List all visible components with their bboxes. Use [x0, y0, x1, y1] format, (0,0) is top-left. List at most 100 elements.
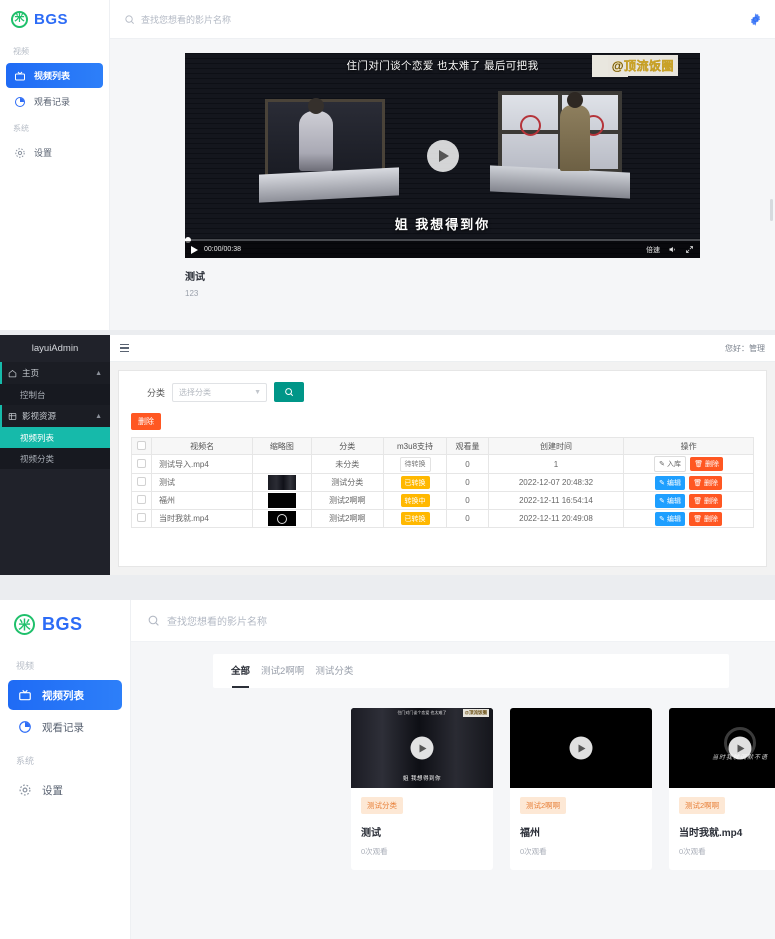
select-all-header — [131, 437, 152, 455]
cell-name: 福州 — [150, 491, 254, 510]
scrollbar-thumb[interactable] — [770, 199, 773, 221]
cell-thumbnail — [252, 473, 312, 492]
fullscreen-icon[interactable] — [685, 245, 694, 254]
admin-subitem-video-category[interactable]: 视频分类 — [0, 448, 110, 469]
cell-views: 0 — [446, 491, 489, 510]
logo-circle-icon: 米 — [14, 614, 35, 635]
play-button[interactable] — [426, 139, 459, 172]
admin-subitem-console[interactable]: 控制台 — [0, 384, 110, 405]
row-checkbox[interactable] — [137, 458, 146, 468]
video-subtitle-bottom: 姐 我想得到你 — [394, 217, 491, 232]
admin-subitem-video-list[interactable]: 视频列表 — [0, 427, 110, 448]
search-input[interactable]: 查找您想看的影片名称 — [124, 13, 231, 26]
cell-views: 0 — [446, 473, 489, 492]
gear-icon — [18, 783, 32, 797]
search-input[interactable]: 查找您想看的影片名称 — [147, 613, 267, 628]
frontend-main: 查找您想看的影片名称 全部 测试2啊啊 测试分类 住门对门谈个恋爱 也太难了 @… — [131, 600, 775, 939]
delete-button[interactable]: 🗑 删除 — [690, 457, 724, 471]
admin-page: layuiAdmin 主页 ▲ 控制台 影视资源 ▲ 视频列表 视频分类 您好：… — [0, 330, 775, 600]
video-description: 123 — [185, 289, 199, 298]
card-watermark: @顶流饭圈 — [462, 709, 489, 717]
play-button[interactable] — [569, 736, 593, 760]
volume-icon[interactable] — [668, 245, 677, 254]
video-card[interactable]: 测试2啊啊 福州 0次观看 — [510, 708, 652, 870]
delete-button[interactable]: 🗑 删除 — [689, 511, 723, 526]
card-body: 测试分类 测试 0次观看 — [351, 788, 493, 870]
row-checkbox[interactable] — [137, 495, 146, 504]
th-name: 视频名 — [150, 437, 254, 455]
brand-logo[interactable]: 米 BGS — [0, 600, 130, 649]
frontend-sidebar: 米 BGS 视频 视频列表 观看记录 系统 设置 — [0, 600, 131, 939]
sidebar-group-title-video: 视频 — [13, 47, 29, 56]
card-body: 测试2啊啊 当时我就.mp4 0次观看 — [669, 788, 775, 870]
admin-nav-media[interactable]: 影视资源 ▲ — [0, 405, 110, 427]
sidebar-group-title-system: 系统 — [13, 124, 29, 133]
th-thumbnail: 缩略图 — [252, 437, 312, 455]
table-row[interactable]: 福州 测试2啊啊 转换中 0 2022-12-11 16:54:14 ✎ 编辑 … — [131, 491, 754, 510]
hamburger-icon[interactable] — [120, 343, 129, 353]
cell-category: 测试2啊啊 — [310, 509, 384, 528]
row-checkbox[interactable] — [137, 513, 146, 522]
edit-button[interactable]: ✎ 编辑 — [655, 475, 685, 490]
th-created: 创建时间 — [487, 437, 625, 455]
card-title: 当时我就.mp4 — [679, 828, 743, 839]
frontend-player-page: 米 BGS 视频 视频列表 观看记录 系统 设置 查找您想看的影片名称 住门对门… — [0, 0, 775, 330]
cell-created: 2022-12-11 20:49:08 — [487, 509, 625, 528]
admin-nav-home[interactable]: 主页 ▲ — [0, 362, 110, 384]
edit-button[interactable]: ✎ 编辑 — [655, 493, 685, 508]
select-all-checkbox[interactable] — [137, 440, 146, 450]
frontend-grid-page: 米 BGS 视频 视频列表 观看记录 系统 设置 查找您想看的影片名称 全部 测… — [0, 600, 775, 939]
search-icon — [148, 615, 159, 626]
brand-logo[interactable]: 米 BGS — [0, 0, 109, 38]
play-button[interactable] — [410, 736, 434, 760]
import-button[interactable]: ✎ 入库 — [654, 456, 686, 472]
table-row[interactable]: 当时我就.mp4 测试2啊啊 已转换 0 2022-12-11 20:49:08… — [131, 509, 754, 528]
play-icon[interactable] — [191, 245, 198, 254]
row-select-cell — [131, 491, 152, 510]
frontend-sidebar: 米 BGS 视频 视频列表 观看记录 系统 设置 — [0, 0, 110, 330]
card-view-count: 0次观看 — [361, 847, 388, 856]
sidebar-item-video-list[interactable]: 视频列表 — [8, 680, 122, 710]
sidebar-item-settings[interactable]: 设置 — [8, 775, 122, 805]
cell-actions: ✎ 编辑 🗑 删除 — [623, 491, 754, 510]
card-view-count: 0次观看 — [679, 847, 706, 856]
cell-category: 未分类 — [310, 454, 384, 474]
tab-category-2[interactable]: 测试分类 — [315, 663, 353, 679]
video-player[interactable]: 住门对门谈个恋爱 也太难了 最后可把我 @顶流饭圈 姐 我想得到你 00:00/… — [185, 53, 700, 258]
status-badge: 转换中 — [400, 494, 430, 507]
cell-m3u8: 已转换 — [382, 473, 448, 492]
video-card[interactable]: 住门对门谈个恋爱 也太难了 @顶流饭圈 姐 我想得到你 测试分类 测试 0次观看 — [351, 708, 493, 870]
cell-m3u8: 转换中 — [382, 491, 448, 510]
search-placeholder: 查找您想看的影片名称 — [141, 14, 232, 25]
sidebar-item-watch-history[interactable]: 观看记录 — [6, 89, 103, 114]
delete-button[interactable]: 🗑 删除 — [689, 493, 723, 508]
table-row[interactable]: 测试导入.mp4 未分类 待转换 0 1 ✎ 入库 🗑 删除 — [131, 454, 754, 474]
tv-icon — [18, 688, 32, 702]
frontend-content: 住门对门谈个恋爱 也太难了 最后可把我 @顶流饭圈 姐 我想得到你 00:00/… — [110, 39, 775, 330]
film-icon — [8, 412, 17, 420]
delete-button[interactable]: 🗑 删除 — [689, 475, 723, 490]
settings-gear-icon[interactable] — [748, 12, 763, 27]
bulk-delete-button[interactable]: 删除 — [131, 413, 161, 430]
cell-created: 1 — [487, 454, 625, 474]
filter-bar: 分类 选择分类 ▼ — [119, 371, 766, 413]
admin-submenu-home: 控制台 — [0, 384, 110, 405]
row-checkbox[interactable] — [137, 477, 146, 486]
sidebar-item-watch-history[interactable]: 观看记录 — [8, 712, 122, 742]
play-button[interactable] — [728, 736, 752, 760]
sidebar-item-video-list[interactable]: 视频列表 — [6, 63, 103, 88]
video-card[interactable]: 当时我就沉默不语 测试2啊啊 当时我就.mp4 0次观看 — [669, 708, 775, 870]
speed-label[interactable]: 倍速 — [646, 245, 660, 255]
tab-category-1[interactable]: 测试2啊啊 — [261, 663, 304, 679]
admin-hello-text: 您好：管理 — [725, 343, 765, 353]
cell-m3u8: 已转换 — [382, 509, 448, 528]
tab-all[interactable]: 全部 — [231, 663, 250, 688]
sidebar-item-label: 观看记录 — [34, 97, 71, 107]
sidebar-item-settings[interactable]: 设置 — [6, 140, 103, 165]
edit-button[interactable]: ✎ 编辑 — [655, 511, 685, 526]
category-select[interactable]: 选择分类 ▼ — [172, 382, 268, 402]
search-button[interactable] — [274, 382, 305, 402]
search-placeholder: 查找您想看的影片名称 — [167, 617, 267, 628]
table-row[interactable]: 测试 测试分类 已转换 0 2022-12-07 20:48:32 ✎ 编辑 🗑… — [131, 473, 754, 492]
sidebar-group-title-video: 视频 — [16, 661, 35, 671]
